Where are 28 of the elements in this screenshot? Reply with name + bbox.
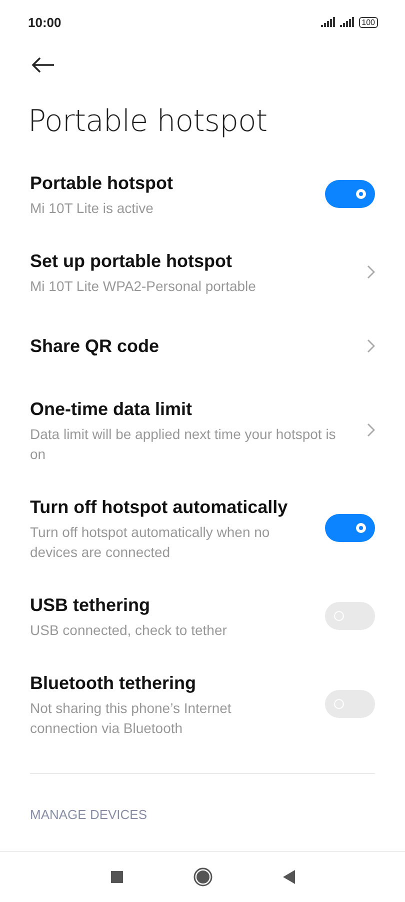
status-time: 10:00 [28, 14, 62, 30]
setting-title: USB tethering [30, 594, 152, 617]
chevron-right-icon [367, 339, 375, 353]
signal-icon [340, 17, 354, 27]
back-triangle-icon[interactable] [282, 870, 294, 884]
setting-description: Mi 10T Lite WPA2-Personal portable [30, 277, 257, 296]
setting-title: Bluetooth tethering [30, 672, 197, 695]
setting-title: Set up portable hotspot [30, 250, 233, 273]
chevron-right-icon [367, 265, 375, 279]
setting-title: Share QR code [30, 335, 160, 358]
setting-description: Mi 10T Lite is active [30, 199, 154, 218]
setting-title: One-time data limit [30, 398, 194, 421]
setting-description: Turn off hotspot automatically when no devices are connected [30, 523, 271, 562]
section-header: MANAGE DEVICES [29, 806, 148, 823]
toggle-switch[interactable] [325, 514, 375, 542]
chevron-right-icon [367, 423, 375, 437]
signal-icon [320, 17, 335, 27]
square-icon[interactable] [110, 871, 122, 883]
setting-title: Portable hotspot [30, 172, 174, 195]
setting-description: Not sharing this phone’s Internet connection via Bluetooth [30, 699, 232, 738]
setting-title: Turn off hotspot automatically [30, 496, 289, 519]
battery-icon: 100 [358, 16, 378, 28]
home-circle-icon[interactable] [192, 867, 212, 887]
setting-description: Data limit will be applied next time your hotspot is on [30, 425, 337, 464]
toggle-switch[interactable] [325, 180, 375, 208]
setting-description: USB connected, check to tether [30, 621, 228, 640]
back-arrow-icon[interactable] [31, 57, 55, 73]
page-title: Portable hotspot [27, 103, 268, 141]
